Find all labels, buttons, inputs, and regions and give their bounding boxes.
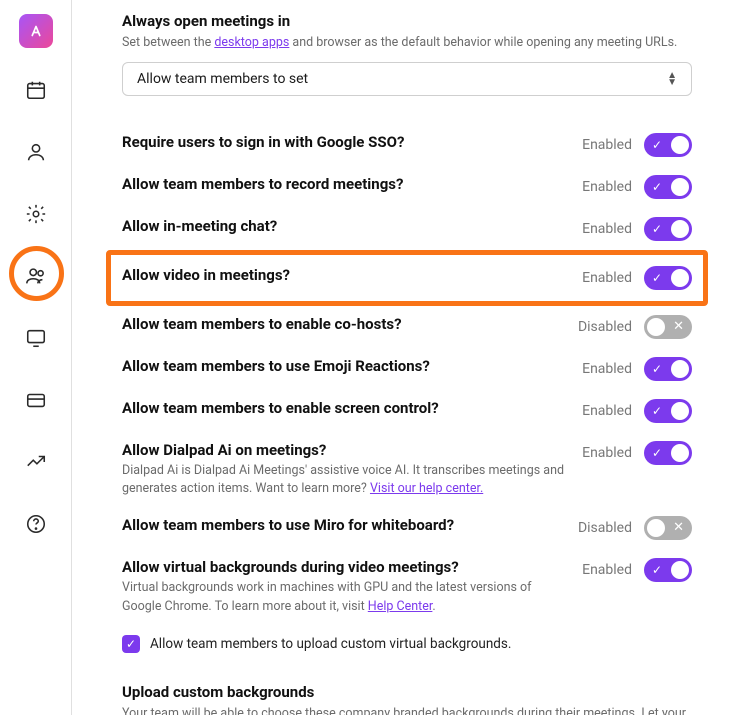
always-open-desc: Set between the desktop apps and browser… — [122, 34, 692, 52]
setting-label: Allow video in meetings? — [122, 266, 566, 284]
setting-row: Allow video in meetings? Enabled ✓ — [106, 250, 708, 306]
toggle-switch[interactable]: ✕ — [644, 516, 692, 540]
toggle-switch[interactable]: ✓ — [644, 441, 692, 465]
setting-row: Allow Dialpad Ai on meetings? Dialpad Ai … — [122, 432, 692, 507]
person-icon[interactable] — [16, 132, 56, 172]
select-value: Allow team members to set — [137, 71, 308, 87]
toggle-switch[interactable]: ✓ — [644, 175, 692, 199]
toggle-switch[interactable]: ✓ — [644, 266, 692, 290]
updown-icon: ▲▼ — [667, 72, 677, 86]
checkbox-icon[interactable]: ✓ — [122, 635, 140, 653]
always-open-title: Always open meetings in — [122, 12, 692, 30]
checkbox-label: Allow team members to upload custom virt… — [150, 636, 511, 652]
always-open-select[interactable]: Allow team members to set ▲▼ — [122, 62, 692, 96]
toggle-switch[interactable]: ✓ — [644, 399, 692, 423]
status-label: Enabled — [582, 361, 632, 377]
calendar-icon[interactable] — [16, 70, 56, 110]
status-label: Disabled — [578, 319, 632, 335]
toggle-switch[interactable]: ✓ — [644, 133, 692, 157]
setting-label: Allow team members to enable co-hosts? — [122, 315, 562, 333]
app-logo[interactable] — [19, 14, 53, 48]
upload-title: Upload custom backgrounds — [122, 683, 692, 701]
setting-label: Allow virtual backgrounds during video m… — [122, 558, 566, 576]
setting-label: Allow team members to enable screen cont… — [122, 399, 566, 417]
status-label: Enabled — [582, 270, 632, 286]
status-label: Enabled — [582, 445, 632, 461]
status-label: Enabled — [582, 137, 632, 153]
setting-row: Allow virtual backgrounds during video m… — [122, 549, 692, 624]
status-label: Enabled — [582, 221, 632, 237]
setting-row: Require users to sign in with Google SSO… — [122, 124, 692, 166]
setting-row: Allow team members to use Emoji Reaction… — [122, 348, 692, 390]
toggle-switch[interactable]: ✓ — [644, 217, 692, 241]
main-content: Always open meetings in Set between the … — [72, 0, 732, 715]
desktop-apps-link[interactable]: desktop apps — [214, 35, 289, 50]
setting-row: Allow in-meeting chat? Enabled ✓ — [122, 208, 692, 250]
setting-label: Allow in-meeting chat? — [122, 217, 566, 235]
setting-row: Allow team members to record meetings? En… — [122, 166, 692, 208]
setting-desc: Dialpad Ai is Dialpad Ai Meetings' assis… — [122, 462, 566, 498]
help-icon[interactable] — [16, 504, 56, 544]
setting-row: Allow team members to enable screen cont… — [122, 390, 692, 432]
status-label: Enabled — [582, 179, 632, 195]
status-label: Disabled — [578, 520, 632, 536]
settings-list: Require users to sign in with Google SSO… — [122, 124, 692, 625]
help-link[interactable]: Help Center — [368, 599, 433, 614]
setting-label: Allow Dialpad Ai on meetings? — [122, 441, 566, 459]
upload-desc: Your team will be able to choose these c… — [122, 705, 692, 715]
sidebar — [0, 0, 72, 715]
upload-bg-checkbox-row: ✓ Allow team members to upload custom vi… — [122, 635, 692, 653]
setting-row: Allow team members to enable co-hosts? Di… — [122, 306, 692, 348]
toggle-switch[interactable]: ✓ — [644, 558, 692, 582]
monitor-icon[interactable] — [16, 318, 56, 358]
setting-label: Allow team members to use Miro for white… — [122, 516, 562, 534]
status-label: Enabled — [582, 403, 632, 419]
setting-row: Allow team members to use Miro for white… — [122, 507, 692, 549]
card-icon[interactable] — [16, 380, 56, 420]
gear-icon[interactable] — [16, 194, 56, 234]
status-label: Enabled — [582, 562, 632, 578]
setting-desc: Virtual backgrounds work in machines wit… — [122, 579, 566, 615]
toggle-switch[interactable]: ✕ — [644, 315, 692, 339]
setting-label: Allow team members to use Emoji Reaction… — [122, 357, 566, 375]
help-link[interactable]: Visit our help center. — [370, 481, 483, 496]
setting-label: Require users to sign in with Google SSO… — [122, 133, 566, 151]
setting-label: Allow team members to record meetings? — [122, 175, 566, 193]
trend-icon[interactable] — [16, 442, 56, 482]
toggle-switch[interactable]: ✓ — [644, 357, 692, 381]
people-icon[interactable] — [16, 256, 56, 296]
